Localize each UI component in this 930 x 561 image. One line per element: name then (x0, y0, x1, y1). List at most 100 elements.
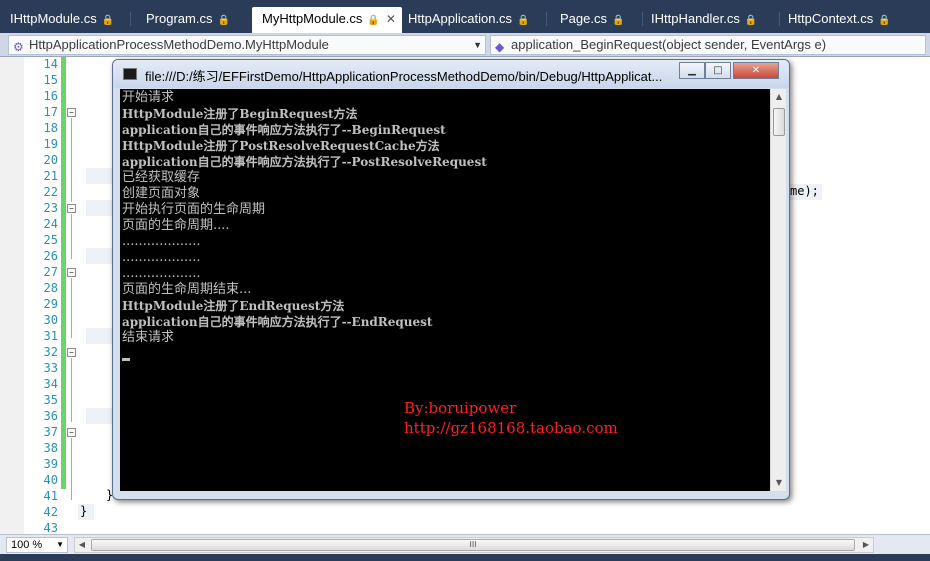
console-line: HttpModule注册了BeginRequest方法 (122, 107, 358, 121)
zoom-value: 100 % (11, 539, 43, 551)
line-number: 27 (43, 265, 58, 279)
console-line: 创建页面对象 (122, 186, 201, 201)
maximize-button[interactable]: □ (705, 62, 731, 79)
console-line: 结束请求 (122, 330, 175, 345)
scroll-right-icon[interactable]: ▶ (859, 538, 873, 552)
console-line: ................... (122, 234, 201, 249)
horizontal-scrollbar[interactable]: ◀ III ▶ (74, 537, 874, 553)
console-output[interactable]: By:boruipower http://gz168168.taobao.com… (120, 89, 770, 491)
lock-icon: 🔒 (217, 15, 230, 26)
line-highlight (86, 168, 114, 184)
line-number: 18 (43, 121, 58, 135)
console-line: HttpModule注册了EndRequest方法 (122, 299, 345, 313)
line-number: 39 (43, 457, 58, 471)
line-highlight (86, 248, 114, 264)
lock-icon: 🔒 (367, 15, 380, 26)
minimize-button[interactable]: ▁ (679, 62, 705, 79)
console-line: 开始请求 (122, 90, 175, 105)
code-fragment: me); (790, 184, 819, 198)
console-line: 页面的生命周期结束... (122, 282, 252, 297)
navigation-bar: ⚙ HttpApplicationProcessMethodDemo.MyHtt… (0, 33, 930, 57)
scroll-left-icon[interactable]: ◀ (75, 538, 89, 552)
scroll-thumb[interactable] (773, 108, 785, 136)
lock-icon: 🔒 (101, 15, 115, 26)
tab-ihttpmodule[interactable]: IHttpModule.cs 🔒 (0, 8, 130, 30)
zoom-combo[interactable]: 100 % ▼ (6, 537, 68, 553)
line-number: 28 (43, 281, 58, 295)
line-number: 34 (43, 377, 58, 391)
tab-program[interactable]: Program.cs 🔒 (136, 8, 248, 30)
collapse-icon[interactable]: − (67, 348, 76, 357)
lock-icon: 🔒 (517, 15, 530, 26)
line-number: 40 (43, 473, 58, 487)
change-tracking-bar (61, 57, 66, 489)
line-number: 36 (43, 409, 58, 423)
window-bottom-edge (0, 554, 930, 561)
closing-brace: } (80, 504, 88, 518)
console-vertical-scrollbar[interactable]: ▲ ▼ (770, 89, 786, 491)
line-highlight (86, 408, 114, 424)
lock-icon: 🔒 (878, 15, 891, 26)
line-number: 19 (43, 137, 58, 151)
tab-page[interactable]: Page.cs 🔒 (550, 8, 642, 30)
tab-label: HttpApplication.cs (408, 11, 513, 26)
lock-icon: 🔒 (744, 15, 758, 26)
method-icon: ◆ (495, 40, 505, 54)
collapse-icon[interactable]: − (67, 108, 76, 117)
line-number: 22 (43, 185, 58, 199)
tab-label: Page.cs (560, 11, 607, 26)
console-line: 开始执行页面的生命周期 (122, 202, 266, 217)
type-combo[interactable]: ⚙ HttpApplicationProcessMethodDemo.MyHtt… (8, 35, 486, 55)
collapse-icon[interactable]: − (67, 204, 76, 213)
scroll-down-icon[interactable]: ▼ (771, 475, 787, 491)
scroll-thumb[interactable]: III (91, 539, 855, 551)
fold-guide (71, 358, 72, 422)
console-app-icon (123, 68, 137, 80)
line-number: 23 (43, 201, 58, 215)
line-number: 33 (43, 361, 58, 375)
line-highlight (86, 200, 114, 216)
close-button[interactable]: ✕ (733, 62, 779, 79)
member-combo-value: application_BeginRequest(object sender, … (511, 37, 827, 52)
watermark-author: By:boruipower (404, 399, 517, 417)
fold-guide (71, 278, 72, 338)
console-line: ................... (122, 266, 201, 281)
tab-httpcontext[interactable]: HttpContext.cs 🔒 (778, 8, 928, 30)
console-line: HttpModule注册了PostResolveRequestCache方法 (122, 139, 440, 153)
line-number: 16 (43, 89, 58, 103)
fold-guide (71, 438, 72, 500)
close-tab-icon[interactable]: ✕ (386, 12, 396, 26)
member-combo[interactable]: ◆ application_BeginRequest(object sender… (490, 35, 926, 55)
tab-separator (130, 12, 131, 26)
console-line: application自己的事件响应方法执行了--BeginRequest (122, 123, 446, 137)
tab-label: MyHttpModule.cs (262, 11, 363, 26)
document-tab-strip: IHttpModule.cs 🔒 Program.cs 🔒 MyHttpModule… (0, 0, 930, 33)
line-highlight (86, 328, 114, 344)
tab-myhttpmodule[interactable]: MyHttpModule.cs 🔒 ✕ (252, 7, 402, 33)
indicator-margin (0, 57, 24, 534)
collapse-icon[interactable]: − (67, 268, 76, 277)
tab-httpapplication[interactable]: HttpApplication.cs 🔒 (398, 8, 546, 30)
line-number: 37 (43, 425, 58, 439)
console-cursor (122, 358, 130, 361)
scroll-up-icon[interactable]: ▲ (771, 89, 787, 105)
chevron-down-icon: ▼ (473, 40, 482, 50)
tab-label: HttpContext.cs (788, 11, 874, 26)
console-title-bar[interactable]: file:///D:/练习/EFFirstDemo/HttpApplicatio… (113, 60, 789, 88)
console-line: 已经获取缓存 (122, 170, 201, 185)
line-number: 29 (43, 297, 58, 311)
console-line: application自己的事件响应方法执行了--EndRequest (122, 315, 433, 329)
lock-icon: 🔒 (611, 15, 625, 26)
fold-guide (71, 214, 72, 259)
console-title: file:///D:/练习/EFFirstDemo/HttpApplicatio… (145, 69, 663, 84)
tab-label: IHttpModule.cs (10, 11, 97, 26)
console-line: 页面的生命周期.... (122, 218, 230, 233)
collapse-icon[interactable]: − (67, 428, 76, 437)
console-line: ................... (122, 250, 201, 265)
chevron-down-icon: ▼ (56, 540, 64, 549)
console-window[interactable]: file:///D:/练习/EFFirstDemo/HttpApplicatio… (112, 59, 790, 500)
line-number: 26 (43, 249, 58, 263)
line-number: 24 (43, 217, 58, 231)
type-combo-value: HttpApplicationProcessMethodDemo.MyHttpM… (29, 37, 329, 52)
tab-ihttphandler[interactable]: IHttpHandler.cs 🔒 (641, 8, 779, 30)
